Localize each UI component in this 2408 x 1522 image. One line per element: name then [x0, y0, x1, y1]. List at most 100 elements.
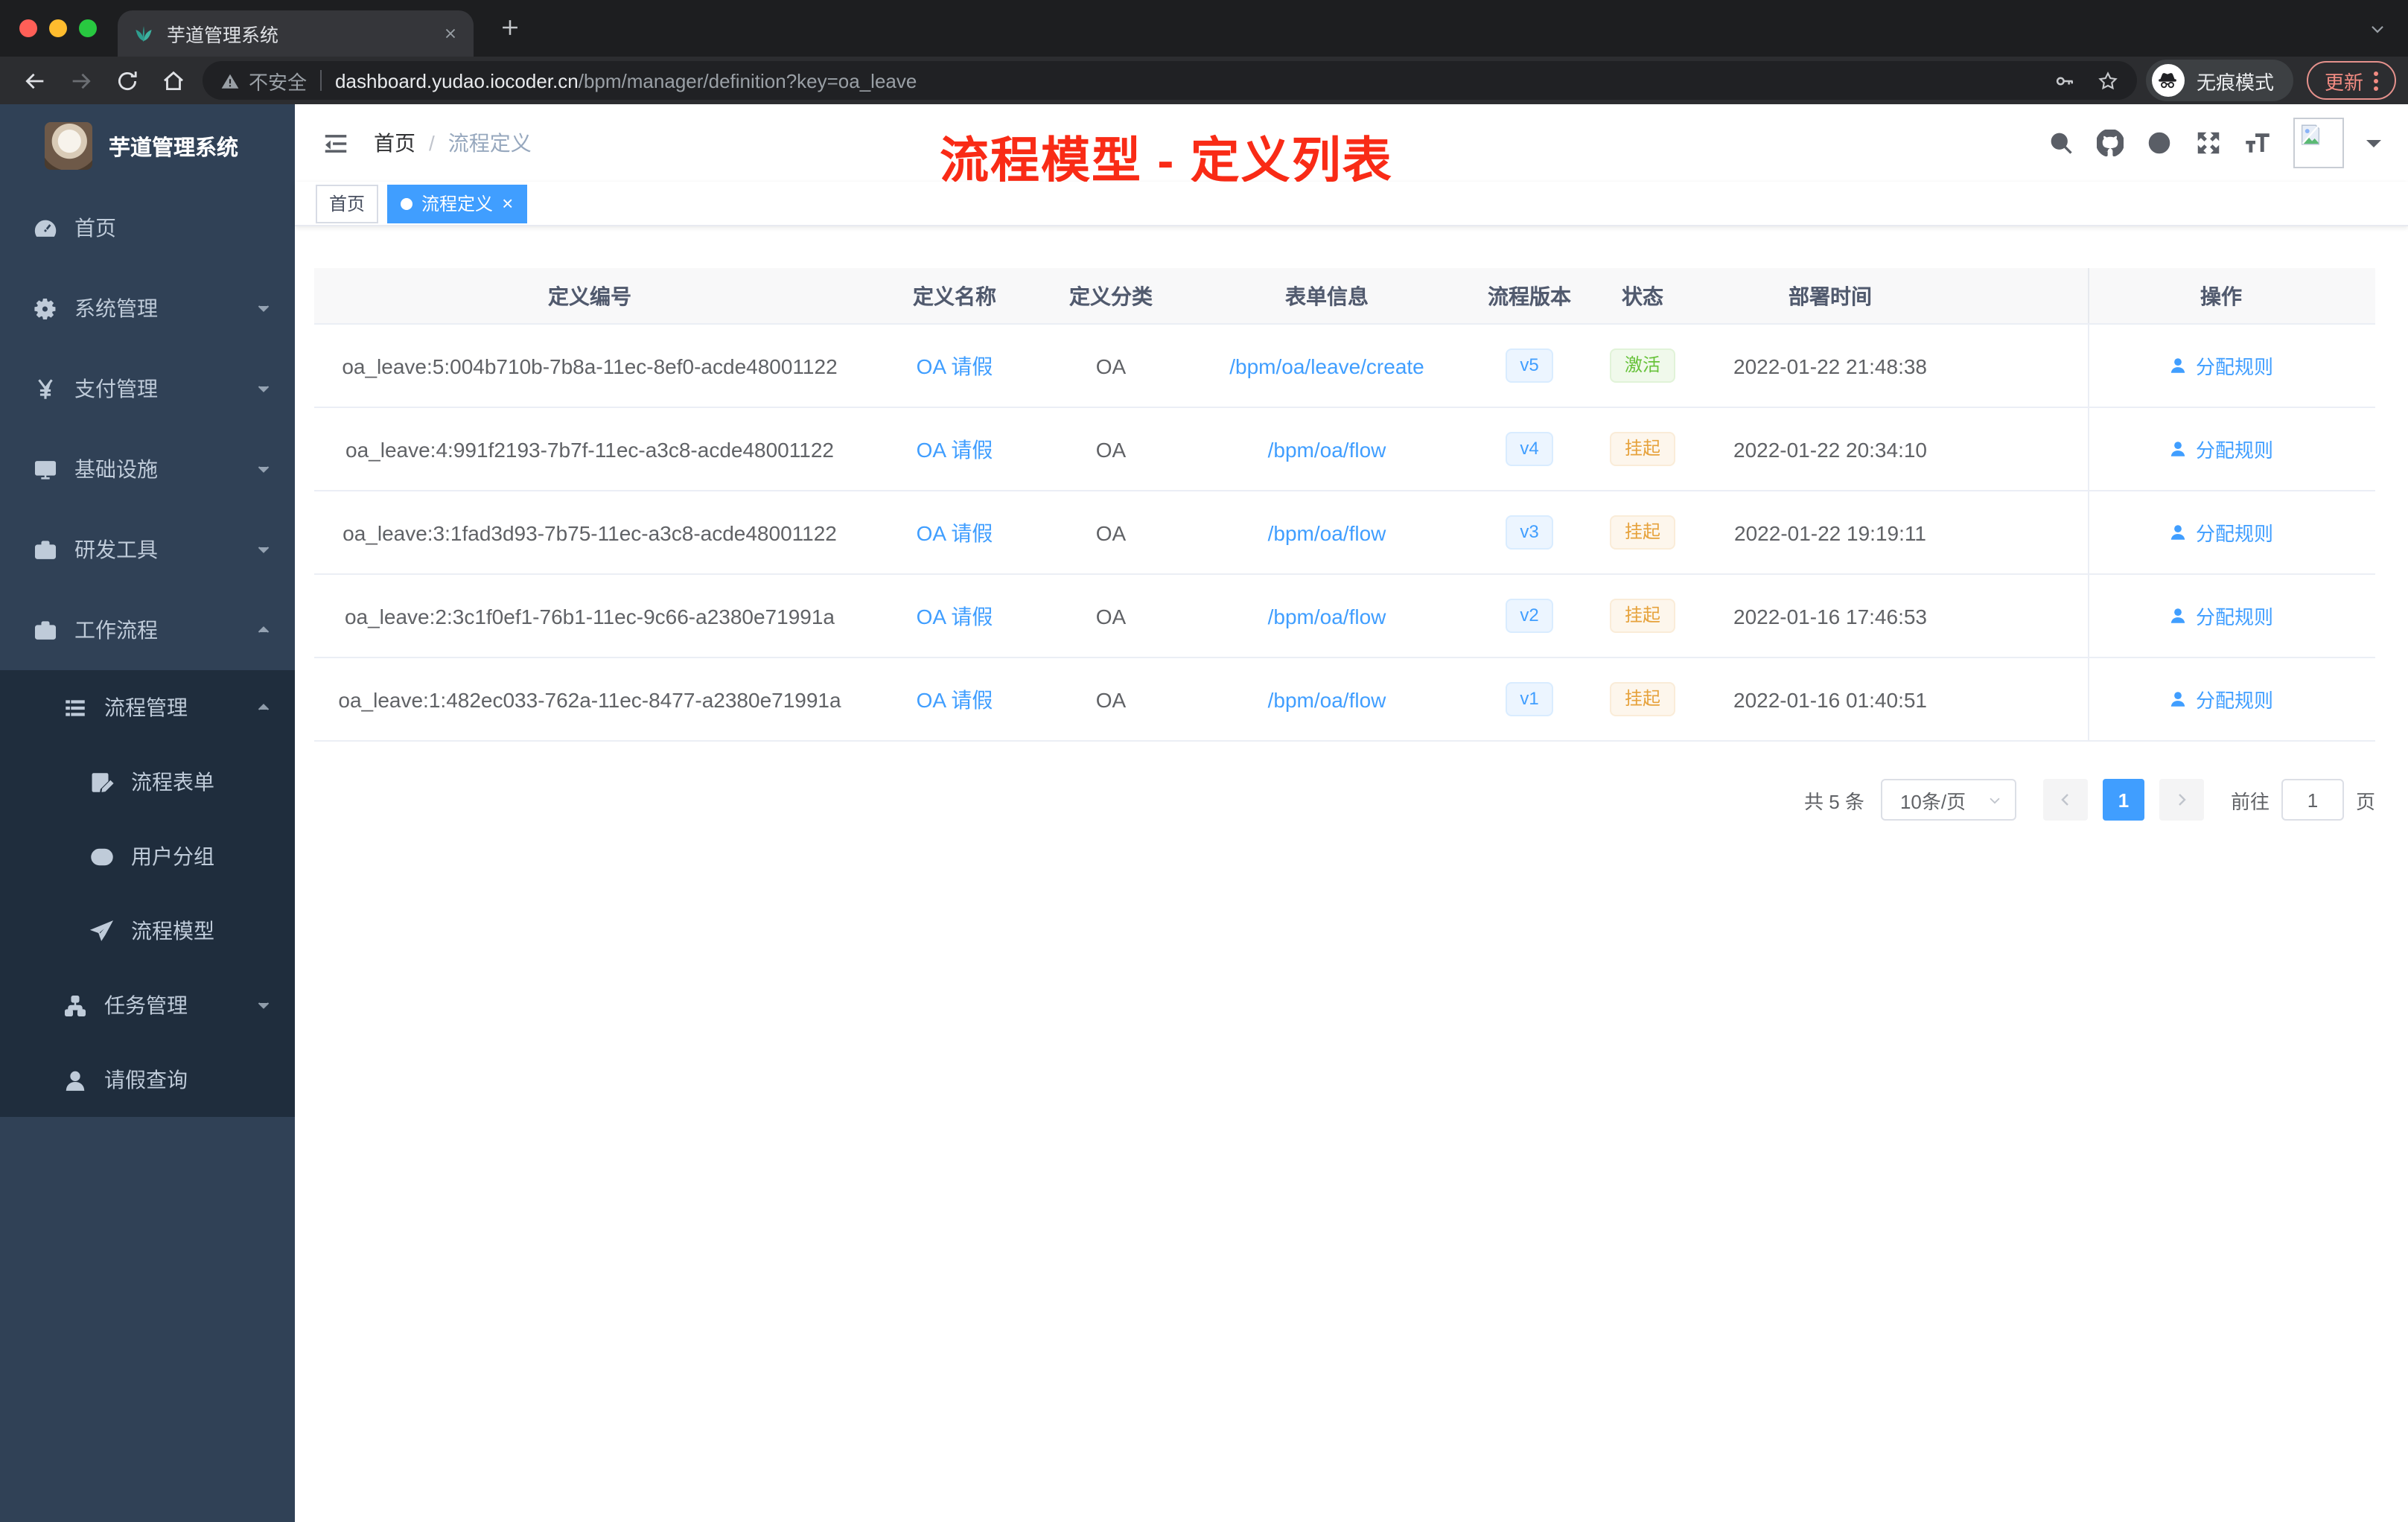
sidebar-item-system-management[interactable]: 系统管理 [0, 268, 295, 348]
form-link[interactable]: /bpm/oa/flow [1268, 437, 1386, 461]
form-link[interactable]: /bpm/oa/flow [1268, 687, 1386, 711]
tab-strip: 芋道管理系统 [0, 0, 2408, 57]
forward-button[interactable] [58, 61, 104, 100]
sidebar-item-payment-management[interactable]: 支付管理 [0, 348, 295, 429]
form-link[interactable]: /bpm/oa/flow [1268, 604, 1386, 628]
definition-name-link[interactable]: OA 请假 [917, 351, 993, 380]
table-row: oa_leave:3:1fad3d93-7b75-11ec-a3c8-acde4… [314, 491, 2375, 575]
browser-tab[interactable]: 芋道管理系统 [118, 10, 474, 57]
reload-button[interactable] [104, 61, 150, 100]
hamburger-icon[interactable] [322, 129, 350, 157]
avatar[interactable] [2293, 118, 2344, 168]
definition-name-link[interactable]: OA 请假 [917, 518, 993, 547]
top-navbar: 首页 / 流程定义 流程模型 - 定义列表 [295, 104, 2408, 188]
fullscreen-icon[interactable] [2195, 130, 2222, 156]
definition-id: oa_leave:4:991f2193-7b7f-11ec-a3c8-acde4… [345, 437, 834, 461]
form-link[interactable]: /bpm/oa/flow [1268, 520, 1386, 544]
bookmark-star-icon[interactable] [2097, 69, 2119, 92]
tree-icon [63, 993, 88, 1018]
sidebar-item-process-model[interactable]: 流程模型 [0, 894, 295, 968]
next-page-button[interactable] [2159, 779, 2204, 821]
home-button[interactable] [150, 61, 197, 100]
sidebar-item-infrastructure[interactable]: 基础设施 [0, 429, 295, 509]
back-button[interactable] [12, 61, 58, 100]
question-icon[interactable] [2146, 130, 2173, 156]
sidebar-item-dev-tools[interactable]: 研发工具 [0, 509, 295, 590]
tab-title: 芋道管理系统 [167, 25, 279, 46]
table-row: oa_leave:4:991f2193-7b7f-11ec-a3c8-acde4… [314, 408, 2375, 491]
list-icon [63, 695, 88, 720]
version-badge: v3 [1505, 515, 1554, 550]
update-browser-button[interactable]: 更新 [2306, 61, 2396, 100]
deploy-time: 2022-01-22 20:34:10 [1733, 437, 1927, 461]
assign-rule-link[interactable]: 分配规则 [2169, 351, 2273, 380]
sidebar-menu: 首页 系统管理 支付管理 基础设施 研发工具 工作流程 流程管理 流程表单 用户分组 流程模型 任务… [0, 188, 295, 1117]
assign-rule-link[interactable]: 分配规则 [2169, 518, 2273, 547]
browser-toolbar: 不安全 dashboard.yudao.iocoder.cn/bpm/manag… [0, 57, 2408, 104]
sidebar-item-task-management[interactable]: 任务管理 [0, 968, 295, 1042]
incognito-label: 无痕模式 [2196, 71, 2274, 93]
user-icon [63, 1067, 88, 1092]
column-header: 状态 [1622, 284, 1663, 308]
person-icon [2169, 690, 2188, 709]
chevron-down-icon [255, 460, 273, 478]
sidebar-item-home[interactable]: 首页 [0, 188, 295, 268]
tag-close-icon[interactable]: × [502, 194, 513, 213]
chevron-down-icon [255, 299, 273, 317]
paper-plane-icon [89, 918, 115, 943]
assign-rule-link[interactable]: 分配规则 [2169, 435, 2273, 463]
font-size-icon[interactable] [2244, 130, 2271, 156]
minimize-window-button[interactable] [49, 19, 67, 37]
briefcase-icon [33, 617, 58, 643]
security-label[interactable]: 不安全 [249, 66, 307, 95]
tag-home[interactable]: 首页 [316, 184, 379, 223]
column-header: 部署时间 [1789, 284, 1872, 308]
app-logo[interactable]: 芋道管理系统 [0, 104, 295, 188]
page-number-1[interactable]: 1 [2102, 779, 2144, 821]
table-row: oa_leave:2:3c1f0ef1-76b1-11ec-9c66-a2380… [314, 575, 2375, 658]
browser-menu-icon[interactable] [2374, 71, 2378, 90]
incognito-icon [2151, 64, 2185, 97]
key-icon[interactable] [2054, 69, 2076, 92]
sidebar-item-process-management[interactable]: 流程管理 [0, 670, 295, 745]
close-window-button[interactable] [19, 19, 37, 37]
assign-rule-link[interactable]: 分配规则 [2169, 685, 2273, 713]
column-header: 流程版本 [1488, 284, 1571, 308]
prev-page-button[interactable] [2042, 779, 2088, 821]
column-header: 定义名称 [913, 284, 996, 308]
goto-page-input[interactable] [2281, 779, 2344, 821]
version-badge: v4 [1505, 432, 1554, 466]
sidebar-item-leave-query[interactable]: 请假查询 [0, 1042, 295, 1117]
table-row: oa_leave:5:004b710b-7b8a-11ec-8ef0-acde4… [314, 325, 2375, 408]
not-secure-warning-icon [220, 71, 249, 90]
definition-name-link[interactable]: OA 请假 [917, 434, 993, 464]
address-bar[interactable]: 不安全 dashboard.yudao.iocoder.cn/bpm/manag… [203, 61, 2137, 100]
sidebar-item-workflow[interactable]: 工作流程 [0, 590, 295, 670]
tab-close-icon[interactable] [442, 25, 459, 42]
zoom-window-button[interactable] [79, 19, 97, 37]
person-icon [2169, 356, 2188, 375]
page-size-select[interactable]: 10条/页 [1880, 779, 2016, 821]
sidebar-item-process-form[interactable]: 流程表单 [0, 745, 295, 819]
deploy-time: 2022-01-22 21:48:38 [1733, 354, 1927, 378]
breadcrumb: 首页 / 流程定义 [374, 128, 532, 158]
definition-category: OA [1095, 604, 1127, 628]
search-icon[interactable] [2048, 130, 2074, 156]
incognito-badge: 无痕模式 [2145, 60, 2293, 101]
update-label: 更新 [2324, 71, 2363, 93]
github-icon[interactable] [2097, 130, 2124, 156]
definition-name-link[interactable]: OA 请假 [917, 601, 993, 631]
avatar-caret-icon[interactable] [2366, 140, 2381, 155]
definition-name-link[interactable]: OA 请假 [917, 684, 993, 714]
new-tab-button[interactable] [497, 15, 523, 40]
tab-search-chevron-icon[interactable] [2368, 19, 2387, 39]
assign-rule-link[interactable]: 分配规则 [2169, 602, 2273, 630]
sidebar-item-user-group[interactable]: 用户分组 [0, 819, 295, 894]
select-chevron-icon [1987, 792, 2003, 808]
definition-category: OA [1095, 687, 1127, 711]
breadcrumb-home[interactable]: 首页 [374, 128, 415, 158]
tag-process-definition[interactable]: 流程定义 × [387, 184, 527, 223]
form-link[interactable]: /bpm/oa/leave/create [1229, 354, 1424, 378]
definition-id: oa_leave:2:3c1f0ef1-76b1-11ec-9c66-a2380… [344, 604, 835, 628]
chevron-up-icon [255, 621, 273, 639]
